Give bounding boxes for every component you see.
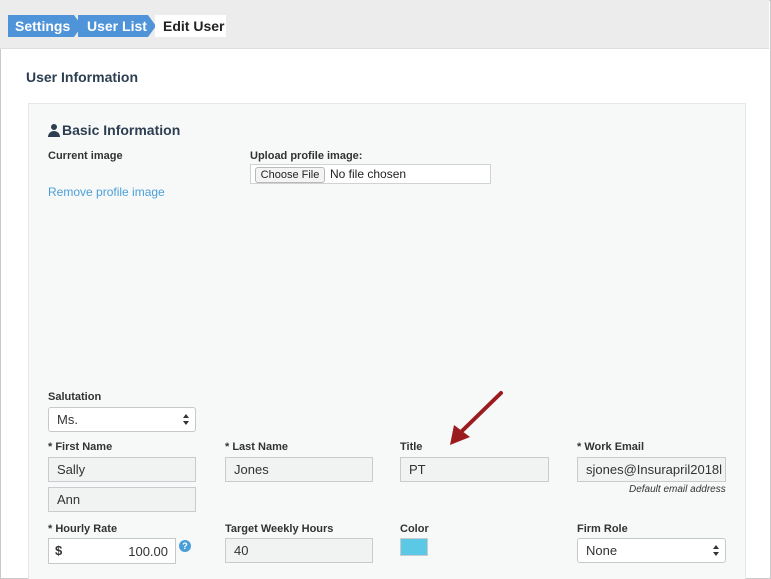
section-title: User Information: [26, 69, 139, 85]
current-image-label: Current image: [48, 150, 123, 162]
choose-file-button[interactable]: Choose File: [255, 167, 325, 183]
target-weekly-hours-input[interactable]: 40: [225, 538, 373, 563]
breadcrumb-user-list[interactable]: User List: [78, 15, 156, 37]
middle-name-input[interactable]: Ann: [48, 487, 196, 512]
work-email-input[interactable]: sjones@Insurapril2018l: [577, 457, 726, 482]
salutation-select[interactable]: Ms.: [48, 407, 196, 432]
first-name-input[interactable]: Sally: [48, 457, 196, 482]
salutation-value: Ms.: [57, 412, 78, 427]
question-icon[interactable]: ?: [179, 540, 191, 552]
firm-role-value: None: [586, 543, 618, 558]
basic-information-label: Basic Information: [62, 122, 181, 138]
basic-information-heading: Basic Information: [48, 122, 180, 138]
last-name-label: * Last Name: [225, 441, 288, 453]
firm-role-select[interactable]: None: [577, 538, 726, 563]
work-email-label: * Work Email: [577, 441, 645, 453]
currency-symbol: $: [55, 543, 63, 558]
annotation-arrow-icon: [450, 391, 503, 445]
first-name-label: * First Name: [48, 441, 113, 453]
last-name-input[interactable]: Jones: [225, 457, 373, 482]
work-email-hint: Default email address: [629, 484, 726, 495]
upload-profile-image-label: Upload profile image:: [250, 150, 363, 162]
color-swatch[interactable]: [400, 538, 428, 556]
salutation-label: Salutation: [48, 391, 102, 403]
hourly-rate-value: 100.00: [128, 544, 168, 559]
select-arrows-icon: [713, 545, 720, 557]
color-label: Color: [400, 523, 429, 535]
title-label: Title: [400, 441, 423, 453]
user-icon: [48, 123, 60, 137]
firm-role-label: Firm Role: [577, 523, 628, 535]
hourly-rate-label: * Hourly Rate: [48, 523, 118, 535]
file-status: No file chosen: [330, 167, 407, 181]
title-input[interactable]: PT: [400, 457, 549, 482]
breadcrumb-edit-user: Edit User: [155, 15, 226, 37]
breadcrumb: Settings User List Edit User: [0, 0, 769, 49]
select-arrows-icon: [183, 414, 190, 426]
remove-profile-image-link[interactable]: Remove profile image: [48, 185, 165, 199]
target-weekly-hours-label: Target Weekly Hours: [225, 523, 334, 535]
breadcrumb-settings[interactable]: Settings: [8, 15, 82, 37]
hourly-rate-input[interactable]: $ 100.00: [48, 538, 176, 564]
upload-profile-image-input[interactable]: Choose File No file chosen: [250, 164, 491, 184]
